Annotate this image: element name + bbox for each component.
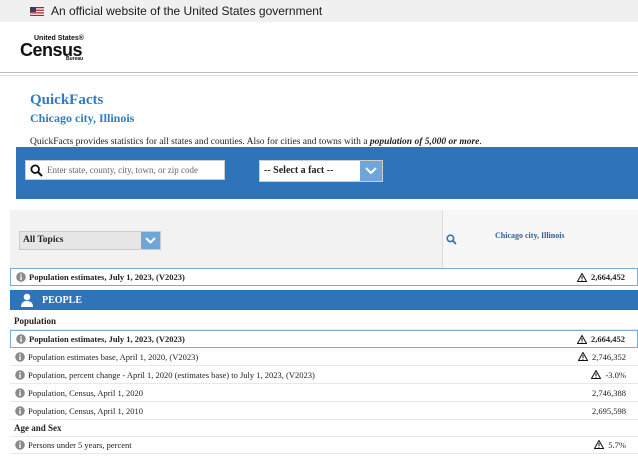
table-row[interactable]: Population, Census, April 1, 2020 2,746,… — [10, 384, 638, 402]
topics-select-label: All Topics — [23, 235, 64, 245]
row-label: Population estimates, July 1, 2023, (V20… — [29, 334, 185, 344]
section-header-population: Population — [10, 312, 638, 330]
place-search-icon[interactable] — [446, 234, 457, 245]
info-icon[interactable] — [15, 387, 25, 398]
chevron-down-icon — [365, 167, 377, 175]
chevron-down-icon — [145, 237, 156, 244]
table-row[interactable]: Population estimates, July 1, 2023, (V20… — [10, 330, 638, 348]
topics-panel: All Topics — [10, 210, 442, 268]
info-icon[interactable] — [16, 272, 26, 282]
row-label: Persons under 5 years, percent — [28, 439, 132, 450]
row-value-text: 2,695,598 — [592, 405, 626, 416]
row-value-text: 2,746,388 — [592, 387, 626, 398]
fact-select-dropdown-button[interactable] — [360, 161, 382, 181]
row-value-text: 2,664,452 — [591, 334, 625, 344]
description-prefix: QuickFacts provides statistics for all s… — [30, 137, 370, 147]
warning-icon[interactable] — [578, 352, 588, 361]
info-icon[interactable] — [15, 369, 25, 380]
row-value: 2,695,598 — [476, 406, 638, 416]
place-column-header: Chicago city, Illinois — [443, 210, 638, 268]
row-value: 2,746,388 — [476, 388, 638, 398]
info-icon[interactable] — [15, 439, 25, 450]
row-value-text: 5.7% — [608, 439, 626, 450]
facts-table: All Topics Chicago city, Illinois Popula… — [10, 210, 638, 473]
person-icon — [21, 293, 33, 307]
row-label: Population, Census, April 1, 2020 — [28, 387, 143, 398]
warning-icon[interactable] — [591, 370, 602, 379]
fact-select-label: -- Select a fact -- — [264, 165, 334, 176]
info-icon[interactable] — [15, 405, 25, 416]
search-icon[interactable] — [30, 163, 43, 177]
search-box[interactable] — [25, 160, 225, 180]
description-suffix: . — [479, 137, 482, 147]
row-label: Population estimates, July 1, 2023, (V20… — [29, 272, 185, 282]
table-row[interactable]: Population, percent change - April 1, 20… — [10, 366, 638, 384]
page-title: QuickFacts — [30, 92, 104, 108]
summary-row[interactable]: Population estimates, July 1, 2023, (V20… — [10, 268, 638, 286]
warning-icon[interactable] — [594, 440, 605, 449]
row-value: -3.0% — [476, 370, 638, 380]
warning-icon[interactable] — [577, 334, 587, 344]
gov-banner-text: An official website of the United States… — [51, 4, 323, 18]
description-emphasis: population of 5,000 or more — [369, 137, 480, 147]
people-band-label: PEOPLE — [42, 294, 83, 306]
table-row[interactable]: Population estimates base, April 1, 2020… — [10, 348, 638, 366]
table-row[interactable]: Persons under 5 years, percent 5.7% — [10, 436, 638, 454]
page-subtitle: Chicago city, Illinois — [30, 111, 135, 125]
row-label: Population, Census, April 1, 2010 — [28, 405, 143, 416]
info-icon[interactable] — [15, 351, 25, 362]
place-column-name[interactable]: Chicago city, Illinois — [495, 230, 575, 241]
row-value-text: -3.0% — [605, 369, 626, 380]
row-value: 2,664,452 — [475, 272, 637, 282]
site-header: United States® Census Bureau — [0, 22, 638, 73]
info-icon[interactable] — [16, 334, 26, 344]
row-label: Population, percent change - April 1, 20… — [28, 369, 315, 380]
us-flag-icon — [30, 6, 44, 16]
section-header-age-and-sex: Age and Sex — [10, 419, 638, 437]
gov-banner: An official website of the United States… — [0, 0, 638, 22]
topics-select[interactable]: All Topics — [19, 231, 161, 250]
row-value: 2,664,452 — [475, 334, 637, 344]
search-input[interactable] — [47, 165, 217, 175]
census-logo[interactable]: United States® Census Bureau — [20, 35, 92, 65]
row-value-text: 2,746,352 — [592, 351, 626, 362]
people-section-band: PEOPLE — [10, 290, 638, 310]
search-band: -- Select a fact -- — [16, 147, 638, 199]
intro-section: QuickFacts Chicago city, Illinois QuickF… — [0, 85, 638, 148]
topics-dropdown-button[interactable] — [141, 232, 160, 249]
fact-select[interactable]: -- Select a fact -- — [259, 160, 383, 182]
warning-icon[interactable] — [577, 272, 587, 282]
row-value: 5.7% — [476, 440, 638, 450]
row-value: 2,746,352 — [476, 352, 638, 362]
table-row[interactable]: Population, Census, April 1, 2010 2,695,… — [10, 402, 638, 420]
row-value-text: 2,664,452 — [591, 272, 625, 282]
row-label: Population estimates base, April 1, 2020… — [28, 351, 199, 362]
header-divider — [0, 75, 638, 85]
